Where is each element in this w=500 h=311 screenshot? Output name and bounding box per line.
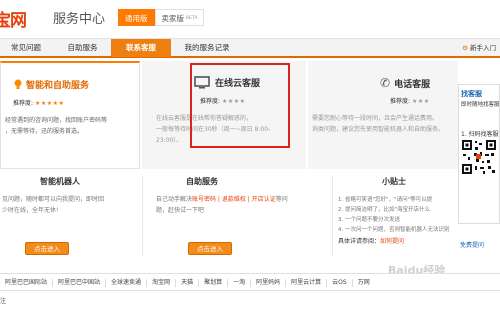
panel-smart-service[interactable]: 智能和自助服务 推荐度: ★★★★★ 经常遇到的咨询问题，找回账户密码等 ，无需… [0,61,140,169]
self-desc-prefix: 自己动手解决 [156,196,193,203]
footer-link[interactable]: 万网 [353,279,375,287]
footer-link[interactable]: 云OS [327,278,353,287]
panel-phone-service[interactable]: ✆ 电话客服 推荐度: ★★★ 需要您耐心等待一段时间，且会产生通话费用。 询类问… [308,61,458,169]
tip-line: 2. 提问简洁明了，比如"海宝开店什么 [338,207,431,213]
tips-more: 具体详请参阅：如何提问 [338,236,456,245]
self-service-desc: 自己动手解决账号密码 | 退款维权 | 开店认证等问 题，赶快试一下吧 [156,194,330,216]
self-service-enter-button[interactable]: 点击进入 [188,242,232,255]
version-tabs: 通用版 卖家版 BETA [118,9,205,26]
main-nav: 常见问题 自助服务 联系客服 我的服务记录 ⚙ 新手入门 [0,38,500,58]
robot-section: 智能机器人 见问题，随时都可以向我提问，即时回 少时在线，全年无休! 点击进入 [0,172,140,267]
panel-smart-rating: 推荐度: ★★★★★ [13,98,64,107]
rating-stars: ★★★ [411,98,430,105]
beta-badge: BETA [186,16,198,21]
rating-label: 推荐度: [13,100,34,107]
scan-label: 1. 扫码找客服 [461,131,499,138]
footer-link[interactable]: 阿里巴巴国际站 [0,278,54,287]
taobao-logo[interactable]: 宝网 [0,6,27,31]
self-desc-line2: 题，赶快试一下吧 [156,207,205,214]
free-question-link[interactable]: 免费提问 [460,240,484,249]
panel-smart-desc: 经常遇到的咨询问题，找回账户密码等 ，无需等待，迅的服务首选。 [5,117,108,135]
robot-enter-button[interactable]: 点击进入 [25,242,69,255]
version-tab-seller[interactable]: 卖家版 BETA [154,9,205,26]
footer-note: 注 [0,298,7,305]
find-service-title: 找客服 [461,90,482,98]
tip-line: 1. 省略可笑语"您好"，"请问"等可以提 [338,197,433,203]
how-to-ask-link[interactable]: 如何提问 [380,238,404,245]
nav-faq[interactable]: 常见问题 [0,39,52,57]
tips-title: 小贴士 [382,177,406,186]
footer-link[interactable]: 全球速卖通 [106,278,148,287]
rating-label: 推荐度: [390,98,411,105]
find-service-widget[interactable]: 找客服 即时随地找客服 1. 扫码找客服 [458,84,500,224]
footer-links: 阿里巴巴国际站 阿里巴巴中国站 全球速卖通 淘宝网 天猫 聚划算 一淘 阿里妈妈… [0,274,375,291]
nav-newbie-label: 新手入门 [470,44,496,52]
footer-link[interactable]: 聚划算 [199,278,229,287]
gear-icon: ⚙ [462,44,468,52]
panel-smart-title: 智能和自助服务 [13,78,89,91]
find-service-sub: 即时随地找客服 [461,102,500,108]
footer-link[interactable]: 阿里妈妈 [251,278,287,287]
divider [142,176,143,256]
footer-link[interactable]: 阿里云计算 [286,278,328,287]
tips-section: 小贴士 1. 省略可笑语"您好"，"请问"等可以提 2. 提问简洁明了，比如"海… [338,172,456,245]
panel-phone-title: ✆ 电话客服 [380,76,430,90]
lightbulb-icon [14,79,22,89]
self-desc-suffix: 等问 [275,196,288,203]
footer-link[interactable]: 阿里巴巴中国站 [53,278,107,287]
robot-desc: 见问题，随时都可以向我提问，即时回 少时在线，全年无休! [2,196,105,214]
rating-stars: ★★★★★ [34,100,65,107]
footer: 阿里巴巴国际站 阿里巴巴中国站 全球速卖通 淘宝网 天猫 聚划算 一淘 阿里妈妈… [0,273,500,291]
self-service-title: 自助服务 [186,177,218,186]
tips-more-prefix: 具体详请参阅： [338,238,381,245]
panel-phone-rating: 推荐度: ★★★ [390,96,430,105]
divider [332,176,333,256]
nav-my-records[interactable]: 我的服务记录 [172,39,242,57]
nav-newbie[interactable]: ⚙ 新手入门 [462,39,496,57]
qr-code-icon[interactable] [461,139,497,175]
footer-link[interactable]: 天猫 [176,278,200,287]
header: 宝网 服务中心 通用版 卖家版 BETA [0,0,500,36]
service-center-title: 服务中心 [53,12,106,27]
tip-line: 3. 一个问题不要分次发送 [338,217,400,223]
nav-contact-service[interactable]: 联系客服 [111,39,171,57]
footer-link[interactable]: 一淘 [228,278,252,287]
phone-icon: ✆ [380,76,391,90]
robot-title: 智能机器人 [40,177,80,186]
tip-line: 4. 一次问一个问题，否则智能机器人无法识别 [338,227,450,233]
panel-phone-desc: 需要您耐心等待一段时间，且会产生通话费用。 询类问题，建议您先使用智能机器人和自… [312,115,445,133]
self-desc-links[interactable]: 账号密码 | 退款维权 | 开店认证 [192,196,276,203]
panel-phone-title-text: 电话客服 [394,80,431,90]
version-tab-general[interactable]: 通用版 [118,9,155,26]
footer-link[interactable]: 淘宝网 [147,278,177,287]
panel-smart-title-text: 智能和自助服务 [26,81,90,91]
highlight-box [190,63,290,148]
nav-self-service[interactable]: 自助服务 [55,39,110,57]
self-service-section: 自助服务 自己动手解决账号密码 | 退款维权 | 开店认证等问 题，赶快试一下吧… [146,172,330,267]
